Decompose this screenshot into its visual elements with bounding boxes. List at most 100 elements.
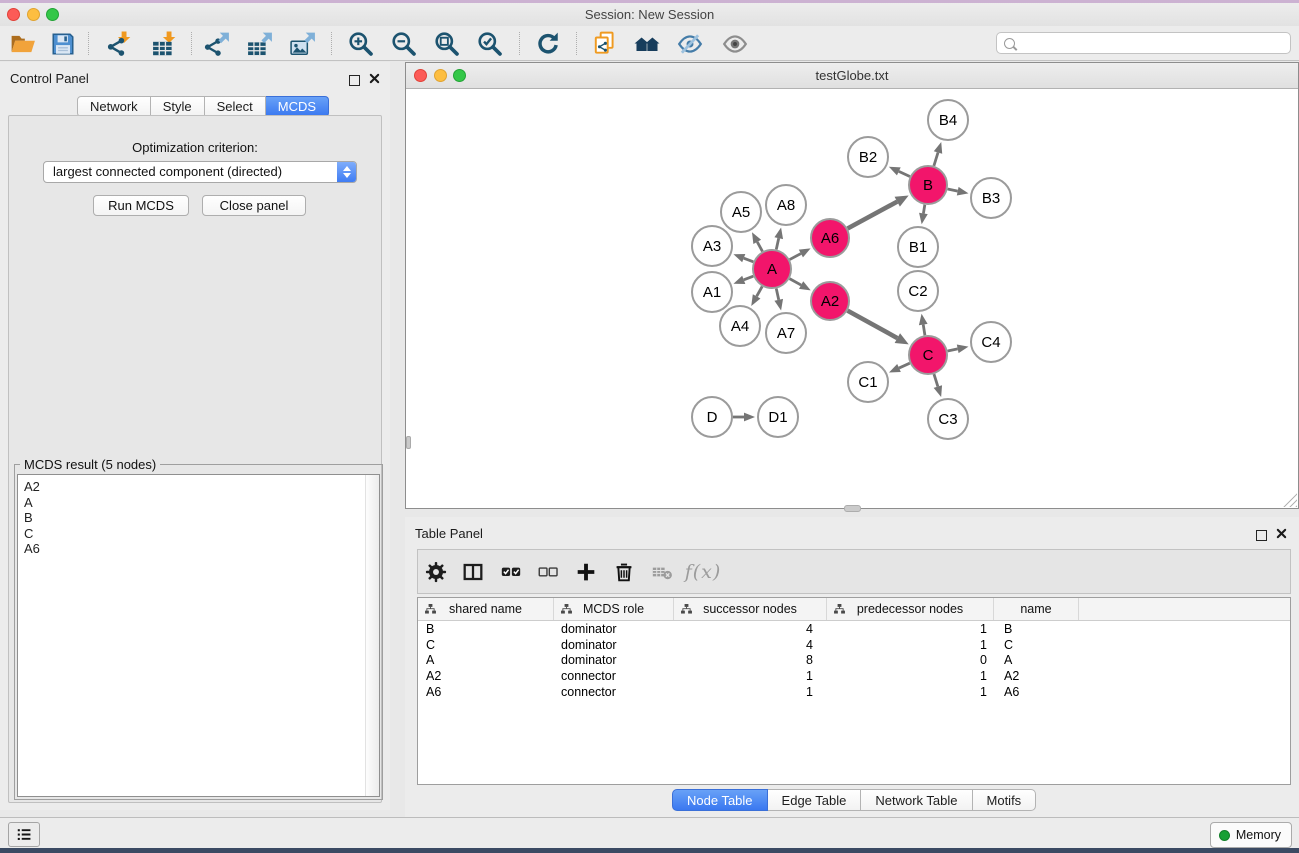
- graph-edge-A-A4[interactable]: [757, 286, 763, 296]
- criterion-dropdown[interactable]: largest connected component (directed): [43, 161, 357, 183]
- tab-motifs[interactable]: Motifs: [973, 789, 1037, 811]
- main-titlebar[interactable]: Session: New Session: [0, 3, 1299, 26]
- graph-edge-A-A7[interactable]: [776, 289, 778, 300]
- graph-node-A8[interactable]: A8: [766, 185, 806, 225]
- graph-edge-A-A2[interactable]: [790, 279, 802, 285]
- settings-icon[interactable]: [426, 561, 447, 582]
- graph-node-C4[interactable]: C4: [971, 322, 1011, 362]
- float-panel-icon[interactable]: [349, 75, 360, 86]
- graph-edge-A-A1[interactable]: [744, 276, 754, 280]
- tab-edge-table[interactable]: Edge Table: [768, 789, 862, 811]
- table-cell[interactable]: A: [994, 653, 1079, 667]
- float-table-panel-icon[interactable]: [1256, 530, 1267, 541]
- graph-node-A2[interactable]: A2: [811, 282, 849, 320]
- graph-node-A3[interactable]: A3: [692, 226, 732, 266]
- table-row[interactable]: A6connector11A6: [418, 684, 1290, 700]
- graph-node-B1[interactable]: B1: [898, 227, 938, 267]
- search-input[interactable]: [1021, 35, 1290, 51]
- table-cell[interactable]: 1: [827, 685, 994, 699]
- show-panel-icon[interactable]: [721, 30, 749, 58]
- memory-button[interactable]: Memory: [1210, 822, 1292, 848]
- graph-edge-B-B1[interactable]: [923, 205, 924, 214]
- table-cell[interactable]: A: [418, 653, 554, 667]
- graph-node-C1[interactable]: C1: [848, 362, 888, 402]
- close-table-panel-icon[interactable]: [1276, 526, 1287, 544]
- zoom-out-icon[interactable]: [390, 30, 418, 58]
- column-header-name[interactable]: name: [994, 598, 1079, 620]
- graph-node-A[interactable]: A: [753, 250, 791, 288]
- graph-edge-C-C1[interactable]: [899, 363, 910, 368]
- table-cell[interactable]: A2: [418, 669, 554, 683]
- close-panel-button[interactable]: Close panel: [202, 195, 306, 216]
- table-row[interactable]: Cdominator41C: [418, 637, 1290, 653]
- table-row[interactable]: Adominator80A: [418, 653, 1290, 669]
- graph-edge-A-A6[interactable]: [790, 254, 801, 260]
- vertical-scroll-thumb[interactable]: [406, 436, 411, 449]
- duplicate-network-icon[interactable]: [591, 30, 619, 58]
- mcds-result-item[interactable]: A: [24, 495, 379, 511]
- mcds-result-item[interactable]: A6: [24, 541, 379, 557]
- home-layout-icon[interactable]: [633, 30, 661, 58]
- tab-network[interactable]: Network: [77, 96, 151, 117]
- table-cell[interactable]: 1: [827, 622, 994, 636]
- tab-select[interactable]: Select: [205, 96, 266, 117]
- network-window-titlebar[interactable]: testGlobe.txt: [406, 63, 1298, 89]
- export-network-icon[interactable]: [203, 30, 231, 58]
- graph-node-B3[interactable]: B3: [971, 178, 1011, 218]
- graph-edge-C-C2[interactable]: [923, 325, 925, 336]
- zoom-selected-icon[interactable]: [476, 30, 504, 58]
- export-image-icon[interactable]: [289, 30, 317, 58]
- import-network-icon[interactable]: [106, 30, 134, 58]
- search-field[interactable]: [996, 32, 1291, 54]
- graph-edge-A-A8[interactable]: [776, 238, 778, 249]
- table-cell[interactable]: dominator: [554, 622, 674, 636]
- add-row-icon[interactable]: [576, 561, 597, 582]
- table-cell[interactable]: 0: [827, 653, 994, 667]
- table-cell[interactable]: connector: [554, 669, 674, 683]
- result-scrollbar[interactable]: [365, 475, 379, 796]
- zoom-in-icon[interactable]: [347, 30, 375, 58]
- table-cell[interactable]: 4: [674, 622, 827, 636]
- graph-node-A6[interactable]: A6: [811, 219, 849, 257]
- graph-node-B4[interactable]: B4: [928, 100, 968, 140]
- graph-node-A7[interactable]: A7: [766, 313, 806, 353]
- graph-edge-A6-B[interactable]: [848, 202, 898, 229]
- close-panel-icon[interactable]: [369, 71, 380, 89]
- tab-network-table[interactable]: Network Table: [861, 789, 972, 811]
- table-cell[interactable]: 8: [674, 653, 827, 667]
- tab-node-table[interactable]: Node Table: [672, 789, 768, 811]
- table-cell[interactable]: C: [994, 638, 1079, 652]
- mcds-result-item[interactable]: A2: [24, 479, 379, 495]
- graph-edge-C-C3[interactable]: [934, 374, 938, 386]
- table-cell[interactable]: B: [994, 622, 1079, 636]
- select-all-icon[interactable]: [501, 561, 522, 582]
- horizontal-scroll-thumb[interactable]: [844, 505, 861, 512]
- table-cell[interactable]: 1: [674, 669, 827, 683]
- table-cell[interactable]: B: [418, 622, 554, 636]
- column-header-successor-nodes[interactable]: successor nodes: [674, 598, 827, 620]
- table-cell[interactable]: connector: [554, 685, 674, 699]
- graph-node-B[interactable]: B: [909, 166, 947, 204]
- graph-node-A5[interactable]: A5: [721, 192, 761, 232]
- table-cell[interactable]: 1: [674, 685, 827, 699]
- column-header-predecessor-nodes[interactable]: predecessor nodes: [827, 598, 994, 620]
- graph-node-D1[interactable]: D1: [758, 397, 798, 437]
- graph-edge-B-B4[interactable]: [934, 152, 938, 165]
- table-cell[interactable]: dominator: [554, 653, 674, 667]
- mcds-result-item[interactable]: C: [24, 526, 379, 542]
- open-session-icon[interactable]: [9, 30, 37, 58]
- graph-node-C2[interactable]: C2: [898, 271, 938, 311]
- table-cell[interactable]: 4: [674, 638, 827, 652]
- graph-edge-A2-C[interactable]: [848, 311, 898, 338]
- graph-node-A1[interactable]: A1: [692, 272, 732, 312]
- table-cell[interactable]: A6: [418, 685, 554, 699]
- import-table-icon[interactable]: [151, 30, 179, 58]
- run-mcds-button[interactable]: Run MCDS: [93, 195, 189, 216]
- save-session-icon[interactable]: [49, 30, 77, 58]
- graph-node-B2[interactable]: B2: [848, 137, 888, 177]
- table-cell[interactable]: dominator: [554, 638, 674, 652]
- table-cell[interactable]: C: [418, 638, 554, 652]
- table-cell[interactable]: A6: [994, 685, 1079, 699]
- tab-mcds[interactable]: MCDS: [266, 96, 329, 117]
- table-cell[interactable]: 1: [827, 638, 994, 652]
